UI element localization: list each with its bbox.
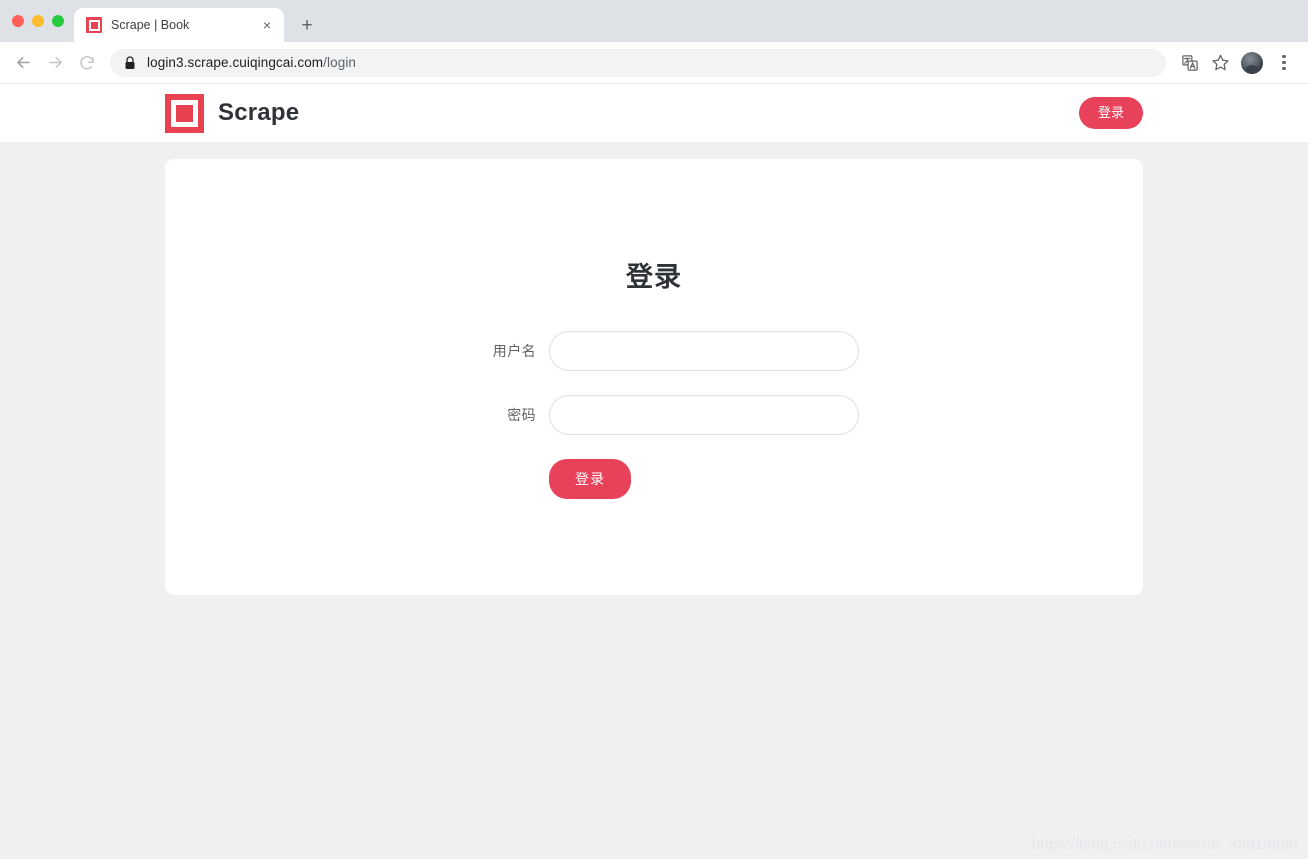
back-arrow-icon[interactable] (8, 48, 38, 78)
scrape-logo-icon (86, 17, 102, 33)
form-row-username: 用户名 (165, 331, 1143, 371)
page-title: 登录 (626, 262, 682, 292)
maximize-window-button[interactable] (52, 15, 64, 27)
reload-icon[interactable] (72, 48, 102, 78)
bookmark-star-icon[interactable] (1206, 49, 1234, 77)
address-bar[interactable]: login3.scrape.cuiqingcai.com/login (110, 48, 1166, 77)
login-card: 登录 用户名 密码 登录 (165, 159, 1143, 595)
password-label: 密码 (507, 407, 536, 423)
username-label: 用户名 (492, 343, 536, 359)
minimize-window-button[interactable] (32, 15, 44, 27)
tab-title: Scrape | Book (111, 18, 190, 32)
profile-avatar[interactable] (1241, 51, 1263, 74)
browser-window: Scrape | Book × + login3.scrape.cuiqingc… (0, 0, 1308, 859)
form-actions: 登录 (449, 459, 1143, 499)
close-tab-icon[interactable]: × (258, 16, 276, 34)
tab-strip: Scrape | Book × + (0, 0, 1308, 42)
new-tab-button[interactable]: + (293, 11, 321, 39)
forward-arrow-icon[interactable] (40, 48, 70, 78)
watermark: https://blog.csdn.net/weixin_38819889 (1031, 836, 1298, 853)
lock-icon (125, 55, 135, 69)
site-header: Scrape 登录 (0, 84, 1308, 142)
page-viewport: Scrape 登录 登录 用户名 密码 登录 https://blog.csdn… (0, 84, 1308, 859)
window-controls (10, 0, 74, 42)
brand[interactable]: Scrape (165, 93, 300, 133)
close-window-button[interactable] (12, 15, 24, 27)
translate-icon[interactable] (1176, 49, 1204, 77)
brand-name: Scrape (218, 99, 300, 126)
url-domain: login3.scrape.cuiqingcai.com (147, 55, 324, 70)
form-row-password: 密码 (165, 395, 1143, 435)
scrape-logo-icon (165, 93, 204, 133)
header-login-button[interactable]: 登录 (1078, 97, 1143, 129)
chrome-menu-icon[interactable] (1270, 49, 1298, 77)
url-path: /login (323, 55, 357, 70)
browser-toolbar: login3.scrape.cuiqingcai.com/login (0, 42, 1308, 84)
username-input[interactable] (549, 331, 859, 371)
browser-tab[interactable]: Scrape | Book × (74, 8, 284, 42)
login-submit-button[interactable]: 登录 (549, 459, 631, 499)
url-text: login3.scrape.cuiqingcai.com/login (147, 55, 356, 70)
password-input[interactable] (549, 395, 859, 435)
